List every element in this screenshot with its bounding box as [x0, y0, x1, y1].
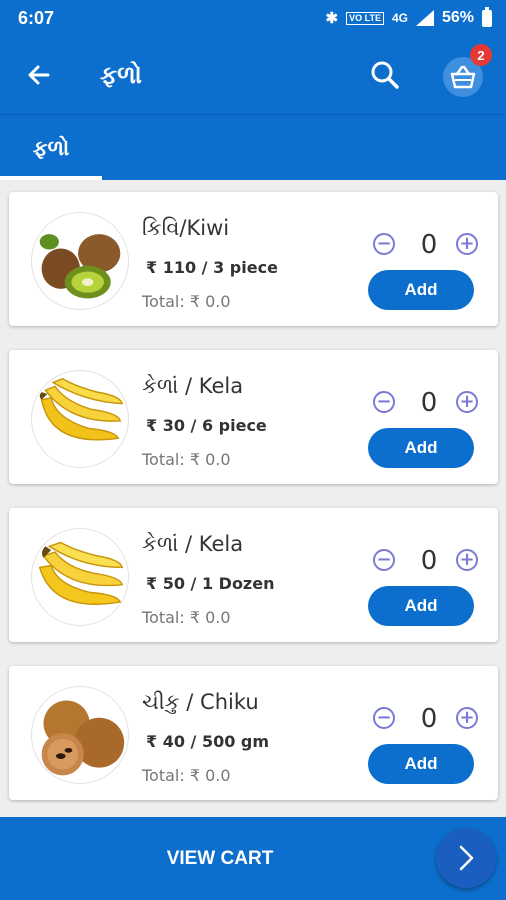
product-total: Total: ₹ 0.0 [142, 766, 231, 785]
minus-icon[interactable]: − [373, 233, 395, 255]
battery-percent: 56% [441, 9, 474, 26]
product-total: Total: ₹ 0.0 [142, 450, 231, 469]
add-button[interactable]: Add [368, 270, 474, 310]
plus-icon[interactable]: + [456, 391, 478, 413]
search-icon[interactable] [368, 58, 402, 92]
add-button[interactable]: Add [368, 428, 474, 468]
product-card: કેળાં / Kela ₹ 50 / 1 Dozen Total: ₹ 0.0… [9, 508, 498, 642]
back-arrow-icon[interactable] [22, 58, 56, 92]
product-price: ₹ 40 / 500 gm [146, 732, 270, 751]
product-name: કેળાં / Kela [142, 374, 244, 398]
status-bar: 6:07 ✱ VO LTE 4G 56% [0, 0, 506, 36]
quantity-value: 0 [420, 704, 438, 734]
chiku-image [31, 686, 129, 784]
status-time: 6:07 [18, 7, 55, 28]
plus-icon[interactable]: + [456, 549, 478, 571]
bluetooth-icon: ✱ [325, 9, 339, 27]
tab-bar: ફળો [0, 114, 506, 180]
product-name: કિવિ/Kiwi [142, 216, 230, 240]
next-button[interactable] [436, 828, 496, 888]
volte-icon: VO LTE [346, 11, 384, 25]
product-card: કિવિ/Kiwi ₹ 110 / 3 piece Total: ₹ 0.0 −… [9, 192, 498, 326]
product-price: ₹ 110 / 3 piece [146, 258, 278, 277]
quantity-value: 0 [420, 230, 438, 260]
kiwi-image [31, 212, 129, 310]
add-button[interactable]: Add [368, 744, 474, 784]
product-card: કેળાં / Kela ₹ 30 / 6 piece Total: ₹ 0.0… [9, 350, 498, 484]
banana-image [31, 370, 129, 468]
tab-indicator [0, 176, 102, 180]
app-bar: ફળો 2 [0, 36, 506, 114]
quantity-stepper: − 0 + [373, 544, 478, 578]
minus-icon[interactable]: − [373, 549, 395, 571]
cart-count-badge: 2 [470, 44, 492, 66]
quantity-value: 0 [420, 388, 438, 418]
add-button[interactable]: Add [368, 586, 474, 626]
chevron-right-icon [459, 845, 474, 871]
quantity-stepper: − 0 + [373, 228, 478, 262]
product-total: Total: ₹ 0.0 [142, 292, 231, 311]
plus-icon[interactable]: + [456, 707, 478, 729]
battery-icon [482, 6, 492, 27]
minus-icon[interactable]: − [373, 391, 395, 413]
product-name: ચીકુ / Chiku [142, 690, 259, 714]
product-total: Total: ₹ 0.0 [142, 608, 231, 627]
product-card: ચીકુ / Chiku ₹ 40 / 500 gm Total: ₹ 0.0 … [9, 666, 498, 800]
bottom-bar: VIEW CART [0, 817, 506, 900]
product-name: કેળાં / Kela [142, 532, 244, 556]
plus-icon[interactable]: + [456, 233, 478, 255]
page-title: ફળો [100, 61, 142, 89]
signal-icon [415, 10, 434, 26]
banana-image [31, 528, 129, 626]
quantity-stepper: − 0 + [373, 386, 478, 420]
quantity-value: 0 [420, 546, 438, 576]
tab-fruits[interactable]: ફળો [0, 115, 102, 181]
network-type: 4G [391, 11, 408, 25]
view-cart-button[interactable]: VIEW CART [0, 817, 440, 900]
quantity-stepper: − 0 + [373, 702, 478, 736]
status-icons: ✱ VO LTE 4G 56% [325, 6, 492, 27]
product-price: ₹ 50 / 1 Dozen [146, 574, 275, 593]
product-price: ₹ 30 / 6 piece [146, 416, 267, 435]
minus-icon[interactable]: − [373, 707, 395, 729]
